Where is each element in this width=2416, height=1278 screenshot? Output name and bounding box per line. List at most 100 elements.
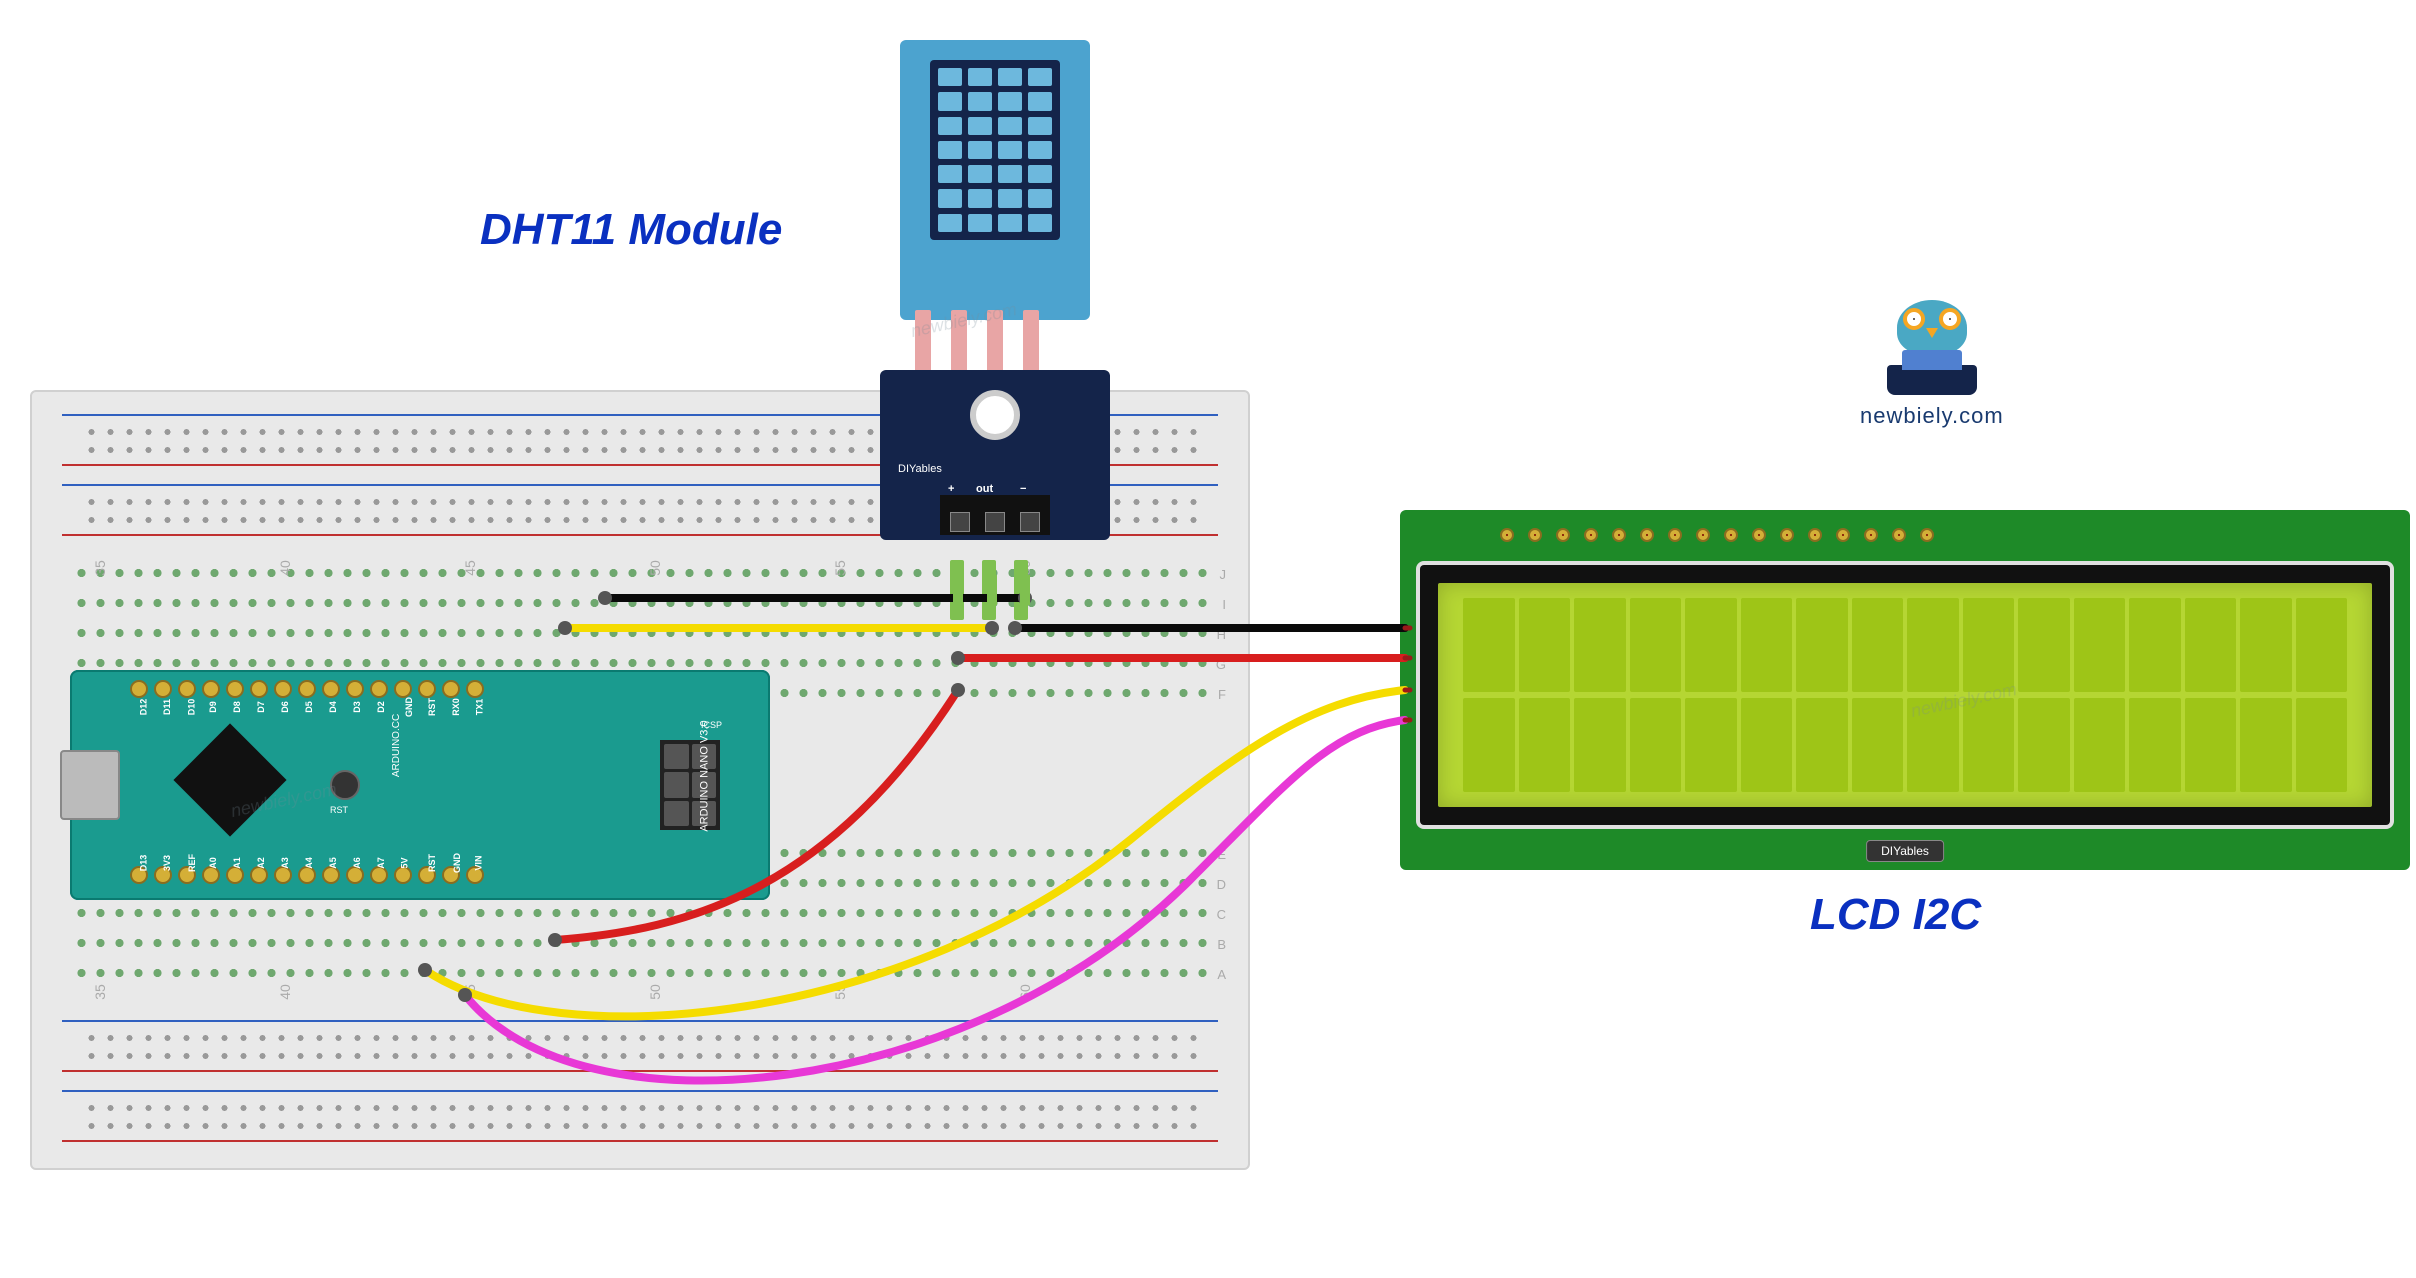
lcd-pin-strip bbox=[1500, 528, 1934, 542]
lcd-module: DIYables bbox=[1400, 510, 2410, 870]
row-label: B bbox=[1217, 937, 1226, 952]
col-num: 35 bbox=[92, 984, 108, 1000]
pin-label: REF bbox=[187, 854, 197, 872]
nano-pin-D9 bbox=[202, 680, 220, 698]
lcd-chars bbox=[1463, 598, 2347, 792]
nano-pin-D2 bbox=[370, 680, 388, 698]
site-url: newbiely.com bbox=[1860, 403, 2004, 429]
col-num: 45 bbox=[462, 560, 478, 576]
nano-pin-D6 bbox=[274, 680, 292, 698]
lcd-pin bbox=[1668, 528, 1682, 542]
row-label: F bbox=[1218, 687, 1226, 702]
lcd-pin bbox=[1752, 528, 1766, 542]
pin-label: TX1 bbox=[474, 699, 484, 716]
col-num: 50 bbox=[647, 984, 663, 1000]
lcd-pin bbox=[1696, 528, 1710, 542]
pin-label: D5 bbox=[304, 701, 314, 713]
pin-label: A5 bbox=[328, 857, 338, 869]
usb-port bbox=[60, 750, 120, 820]
nano-pin-D10 bbox=[178, 680, 196, 698]
nano-pin-D4 bbox=[322, 680, 340, 698]
dht-pin-out: out bbox=[976, 483, 993, 495]
row-label: G bbox=[1216, 657, 1226, 672]
lcd-pin bbox=[1500, 528, 1514, 542]
pin-label: A6 bbox=[352, 857, 362, 869]
pin-label: RST bbox=[427, 698, 437, 716]
nano-bottom-pins bbox=[130, 866, 760, 890]
pin-label: A2 bbox=[256, 857, 266, 869]
pin-label: D3 bbox=[352, 701, 362, 713]
nano-rst-label: RST bbox=[330, 805, 348, 815]
pin-label: RX0 bbox=[451, 698, 461, 716]
dht11-pcb: + out − DIYables bbox=[880, 370, 1110, 540]
pin-label: A0 bbox=[208, 857, 218, 869]
col-num: 40 bbox=[277, 984, 293, 1000]
lcd-pin bbox=[1920, 528, 1934, 542]
pin-label: GND bbox=[452, 853, 462, 873]
dht11-sensor-body bbox=[900, 40, 1090, 320]
wiring-diagram: DHT11 Module LCD I2C newbiely.com bbox=[10, 10, 2416, 1268]
pin-label: D7 bbox=[256, 701, 266, 713]
col-num: 50 bbox=[647, 560, 663, 576]
lcd-brand: DIYables bbox=[1866, 840, 1944, 862]
col-num: 40 bbox=[277, 560, 293, 576]
mcu-chip bbox=[173, 723, 286, 836]
nano-maker: ARDUINO.CC bbox=[391, 714, 402, 777]
nano-pin-D11 bbox=[154, 680, 172, 698]
site-logo: newbiely.com bbox=[1860, 300, 2004, 429]
nano-pin-D7 bbox=[250, 680, 268, 698]
pin-label: GND bbox=[404, 697, 414, 717]
icsp-header bbox=[660, 740, 720, 830]
lcd-pin bbox=[1808, 528, 1822, 542]
lcd-pin bbox=[1892, 528, 1906, 542]
lcd-bezel bbox=[1420, 565, 2390, 825]
col-num: 60 bbox=[1017, 984, 1033, 1000]
dht11-header bbox=[940, 495, 1050, 535]
nano-pin-RST bbox=[418, 680, 436, 698]
row-label: H bbox=[1217, 627, 1226, 642]
pin-label: RST bbox=[427, 854, 437, 872]
pin-label: D13 bbox=[138, 855, 148, 872]
row-label: C bbox=[1217, 907, 1226, 922]
pin-label: D8 bbox=[232, 701, 242, 713]
nano-pin-D12 bbox=[130, 680, 148, 698]
lcd-pin bbox=[1864, 528, 1878, 542]
lcd-label: LCD I2C bbox=[1810, 890, 1981, 940]
lcd-pin bbox=[1584, 528, 1598, 542]
laptop-icon bbox=[1887, 365, 1977, 395]
nano-pin-D3 bbox=[346, 680, 364, 698]
lcd-pin bbox=[1780, 528, 1794, 542]
pin-label: D11 bbox=[162, 699, 172, 715]
row-label: J bbox=[1220, 567, 1227, 582]
lcd-screen bbox=[1438, 583, 2372, 807]
nano-board-name: ARDUINO NANO V3.0 bbox=[698, 720, 710, 831]
row-label: D bbox=[1217, 877, 1226, 892]
pcb-brand: DIYables bbox=[898, 463, 942, 475]
nano-pin-5V bbox=[394, 866, 412, 884]
pin-label: 3V3 bbox=[162, 855, 172, 871]
lcd-pin bbox=[1612, 528, 1626, 542]
arduino-nano: ARDUINO.CC ARDUINO NANO V3.0 RST ICSP D1… bbox=[70, 670, 770, 900]
col-num: 55 bbox=[832, 560, 848, 576]
pin-label: 5V bbox=[400, 857, 410, 868]
pin-label: D4 bbox=[328, 701, 338, 713]
lcd-pin bbox=[1724, 528, 1738, 542]
pin-label: A1 bbox=[232, 857, 242, 869]
lcd-pin bbox=[1836, 528, 1850, 542]
row-label: A bbox=[1217, 967, 1226, 982]
nano-pin-TX1 bbox=[466, 680, 484, 698]
pin-label: VIN bbox=[474, 855, 484, 870]
nano-top-pins bbox=[130, 680, 760, 704]
pin-label: D10 bbox=[186, 699, 196, 716]
dht-pin-plus: + bbox=[948, 483, 954, 495]
pin-label: A7 bbox=[376, 857, 386, 869]
mounting-hole bbox=[970, 390, 1020, 440]
lcd-pin bbox=[1640, 528, 1654, 542]
col-num: 55 bbox=[832, 984, 848, 1000]
nano-pin-RX0 bbox=[442, 680, 460, 698]
nano-pin-D8 bbox=[226, 680, 244, 698]
nano-icsp-label: ICSP bbox=[701, 720, 722, 730]
pin-label: D9 bbox=[208, 701, 218, 713]
pin-label: D12 bbox=[138, 699, 148, 716]
row-label: I bbox=[1222, 597, 1226, 612]
